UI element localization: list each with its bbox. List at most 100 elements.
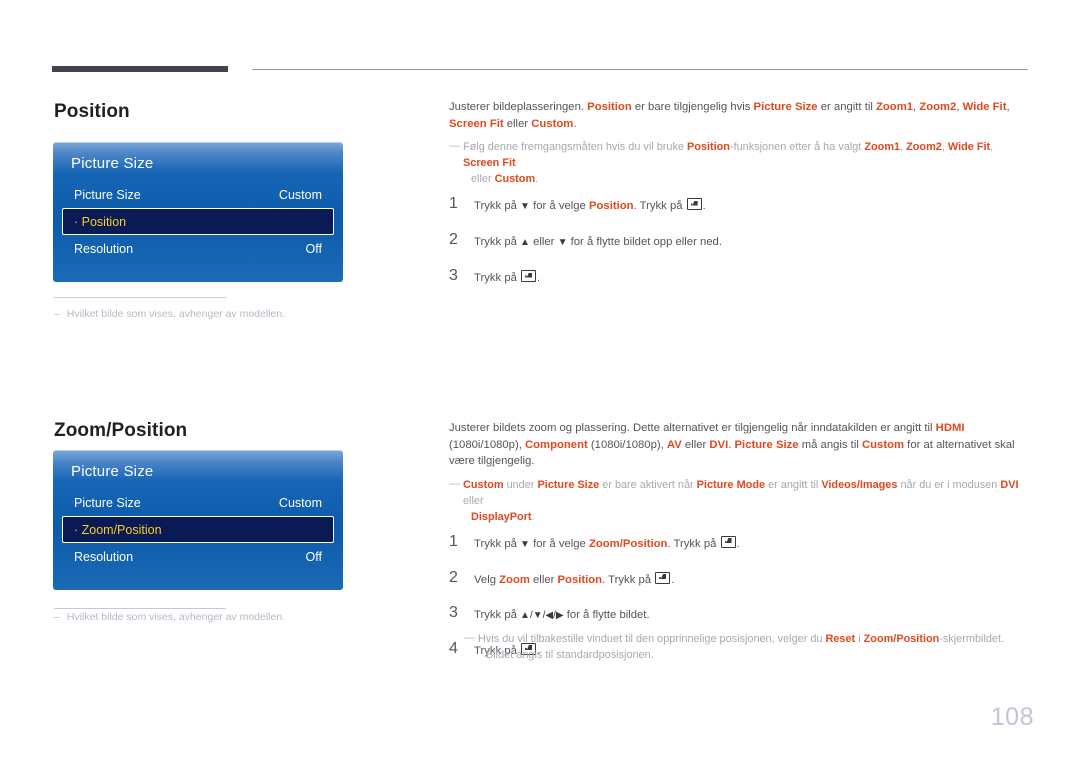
text-run: Trykk på	[474, 236, 521, 248]
text-run: eller	[503, 117, 532, 130]
text-run: eller	[529, 573, 558, 586]
text-run: .	[535, 173, 539, 185]
step-number: 1	[449, 195, 458, 212]
step-number: 3	[449, 603, 458, 621]
section-title-position: Position	[54, 101, 130, 122]
zoom-intro-paragraph: Justerer bildets zoom og plassering. Det…	[449, 420, 1029, 470]
text-run: Trykk på	[474, 272, 521, 284]
term-zoom2: Zoom2	[906, 141, 942, 153]
text-run: eller	[463, 494, 484, 507]
subnote-second-line: DisplayPort.	[463, 509, 1029, 525]
text-run: for å velge	[529, 200, 589, 212]
arrow-down-icon: ▼	[520, 201, 530, 212]
osd-row-position[interactable]: · Position	[62, 208, 334, 235]
osd-row-resolution[interactable]: Resolution Off	[62, 543, 334, 570]
step-item: 2 Velg Zoom eller Position. Trykk på .	[449, 569, 1029, 588]
enter-key-icon	[655, 571, 671, 584]
text-run: (1080i/1080p),	[449, 438, 525, 451]
text-run: .	[573, 117, 577, 130]
position-intro-paragraph: Justerer bildeplasseringen. Position er …	[449, 99, 1029, 132]
text-run: eller	[471, 173, 495, 185]
text-run: eller	[681, 438, 710, 451]
text-run: er bare tilgjengelig hvis	[631, 101, 754, 113]
osd-row-zoom-position[interactable]: · Zoom/Position	[62, 516, 334, 543]
term-zoom-position: Zoom/Position	[863, 633, 940, 645]
text-run: .	[537, 272, 541, 284]
text-run: Trykk på	[474, 537, 521, 550]
step-item: 1 Trykk på ▼ for å velge Position. Trykk…	[449, 196, 1029, 215]
term-reset: Reset	[825, 633, 856, 645]
text-run: Velg	[474, 573, 500, 586]
content-column-position: Justerer bildeplasseringen. Position er …	[449, 99, 1029, 303]
osd-row-value: Off	[305, 549, 322, 564]
text-run: for å flytte bildet opp eller ned.	[567, 236, 722, 248]
text-run: .	[702, 200, 706, 212]
term-picture-size: Picture Size	[537, 478, 600, 491]
text-run: (1080i/1080p),	[587, 438, 667, 451]
term-custom: Custom	[531, 117, 574, 130]
text-run: under	[503, 478, 538, 491]
text-run: eller	[529, 236, 558, 248]
osd-row-value: Custom	[278, 495, 322, 510]
step-text: Trykk på ▲ eller ▼ for å flytte bildet o…	[474, 232, 722, 251]
text-run: Hvis du vil tilbakestille vinduet til de…	[478, 633, 826, 645]
subnote-dash: —	[449, 140, 460, 152]
term-zoom2: Zoom2	[919, 101, 957, 113]
text-run: . Trykk på	[633, 200, 686, 212]
page-number: 108	[990, 703, 1034, 731]
enter-key-icon	[686, 198, 702, 210]
osd-row-label: Picture Size	[74, 495, 141, 510]
term-zoom: Zoom	[499, 573, 530, 586]
footnote-dash: –	[54, 308, 60, 320]
step-item: 3 Trykk på ▲/▼/◀/▶ for å flytte bildet.	[449, 603, 1029, 624]
text-run: .	[736, 537, 740, 550]
step-text: Trykk på .	[474, 268, 540, 286]
term-screen-fit: Screen Fit	[463, 157, 516, 169]
enter-key-icon	[720, 535, 736, 548]
header-rule-thick	[52, 66, 228, 72]
term-wide-fit: Wide Fit	[962, 101, 1007, 113]
text-run: for å flytte bildet.	[563, 608, 650, 621]
osd-row-picture-size[interactable]: Picture Size Custom	[62, 489, 334, 516]
osd-row-label: Resolution	[74, 241, 134, 256]
osd-row-value: Custom	[278, 187, 322, 202]
text-run: må angis til	[798, 438, 862, 451]
text-run: -funksjonen etter å ha valgt	[729, 141, 865, 153]
text-run: er angitt til	[765, 478, 822, 491]
step-number: 2	[449, 231, 458, 248]
text-run: . Trykk på	[602, 573, 655, 586]
footnote-rule	[54, 608, 226, 609]
term-picture-size: Picture Size	[753, 101, 818, 113]
footnote-text: Hvilket bilde som vises, avhenger av mod…	[66, 611, 286, 623]
term-position: Position	[686, 141, 730, 153]
text-run: når du er i modusen	[897, 478, 1001, 491]
footnote-zoom-position: – Hvilket bilde som vises, avhenger av mo…	[54, 611, 285, 623]
osd-menu-zoom-position: Picture Size Picture Size Custom · Zoom/…	[53, 450, 343, 590]
osd-row-picture-size[interactable]: Picture Size Custom	[62, 181, 334, 208]
zoom-subnote: — Custom under Picture Size er bare aktiv…	[449, 477, 1029, 525]
term-dvi: DVI	[709, 438, 729, 451]
text-run: ,	[990, 141, 994, 153]
step-item: 2 Trykk på ▲ eller ▼ for å flytte bildet…	[449, 232, 1029, 251]
step-number: 3	[449, 267, 458, 284]
footnote-text: Hvilket bilde som vises, avhenger av mod…	[66, 308, 286, 320]
arrow-down-icon: ▼	[557, 237, 568, 248]
bottom-note-second-line: Bildet angis til standardposisjonen.	[486, 649, 654, 661]
term-displayport: DisplayPort	[471, 510, 532, 523]
step-item: 1 Trykk på ▼ for å velge Zoom/Position. …	[449, 533, 1029, 553]
text-run: .	[671, 573, 675, 586]
text-run: Justerer bildeplasseringen.	[449, 101, 588, 113]
osd-row-resolution[interactable]: Resolution Off	[62, 235, 334, 262]
step-text: Trykk på ▲/▼/◀/▶ for å flytte bildet.	[474, 605, 650, 624]
step-text: Trykk på ▼ for å velge Zoom/Position. Tr…	[474, 534, 740, 553]
term-picture-mode: Picture Mode	[696, 478, 766, 491]
header-rule-thin	[252, 69, 1028, 70]
osd-row-label: · Zoom/Position	[74, 522, 162, 537]
osd-row-label: Picture Size	[74, 187, 141, 202]
term-component: Component	[525, 438, 588, 451]
term-av: AV	[666, 438, 682, 451]
term-dvi: DVI	[1000, 478, 1019, 491]
section-title-zoom-position: Zoom/Position	[54, 420, 188, 441]
osd-row-label: · Position	[74, 214, 127, 229]
subnote-second-line: eller Custom.	[463, 171, 1029, 187]
